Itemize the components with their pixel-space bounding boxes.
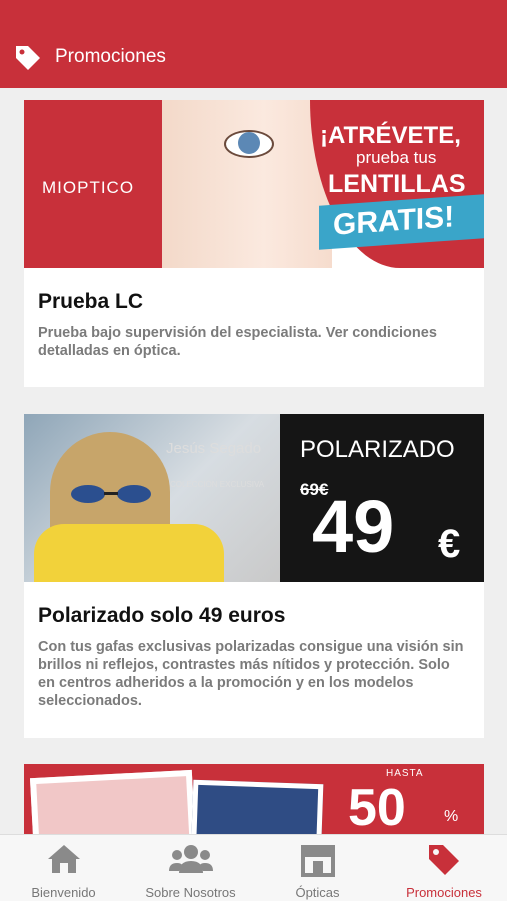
tab-bienvenido[interactable]: Bienvenido	[0, 835, 127, 901]
discount-value: 50	[348, 779, 406, 834]
page-title: Promociones	[55, 46, 166, 67]
banner-line-3: LENTILLAS	[328, 170, 466, 198]
promo-title: Prueba LC	[38, 290, 144, 313]
promo-description: Con tus gafas exclusivas polarizadas con…	[38, 639, 464, 709]
promo-title: Polarizado solo 49 euros	[38, 604, 286, 627]
promo-card-prueba-lc[interactable]: MIOPTICO ¡ATRÉVETE, prueba tus LENTILLAS…	[24, 100, 484, 387]
bottom-tab-bar: Bienvenido Sobre Nosotros Ópticas Promoc…	[0, 834, 507, 901]
promo-description: Prueba bajo supervisión del especialista…	[38, 325, 437, 359]
promo-banner-polarizado: Jesús Segado COLECCIÓN EXCLUSIVA POLARIZ…	[24, 414, 484, 582]
users-icon	[169, 845, 213, 873]
tab-label: Promociones	[406, 885, 482, 900]
banner-line-1: ¡ATRÉVETE,	[320, 122, 461, 149]
tag-icon	[16, 46, 40, 70]
app-header: Promociones	[0, 0, 507, 88]
tab-opticas[interactable]: Ópticas	[254, 835, 381, 901]
promo-banner-lentillas: MIOPTICO ¡ATRÉVETE, prueba tus LENTILLAS…	[24, 100, 484, 268]
mioptico-logo: MIOPTICO	[42, 178, 135, 197]
banner-line-2: prueba tus	[356, 148, 437, 167]
promo-price: 49	[312, 485, 395, 568]
tab-label: Bienvenido	[31, 885, 96, 900]
promotions-list[interactable]: MIOPTICO ¡ATRÉVETE, prueba tus LENTILLAS…	[0, 88, 507, 834]
banner-headline: POLARIZADO	[300, 436, 455, 463]
tab-label: Sobre Nosotros	[145, 885, 236, 900]
percent-symbol: %	[444, 808, 459, 825]
promo-card-descuento[interactable]: HASTA 50 %	[24, 764, 484, 834]
promo-banner-descuento: HASTA 50 %	[24, 764, 484, 834]
currency-symbol: €	[438, 522, 461, 566]
collection-label: COLECCIÓN EXCLUSIVA	[170, 480, 265, 489]
tab-promociones[interactable]: Promociones	[381, 835, 507, 901]
tag-icon	[429, 845, 459, 875]
banner-line-4: GRATIS!	[333, 200, 455, 242]
jesus-segado-logo: Jesús Segado	[166, 440, 262, 457]
promo-card-polarizado[interactable]: Jesús Segado COLECCIÓN EXCLUSIVA POLARIZ…	[24, 414, 484, 738]
store-icon	[301, 845, 335, 877]
home-icon	[48, 845, 80, 873]
tab-label: Ópticas	[295, 885, 340, 900]
tab-sobre-nosotros[interactable]: Sobre Nosotros	[127, 835, 254, 901]
